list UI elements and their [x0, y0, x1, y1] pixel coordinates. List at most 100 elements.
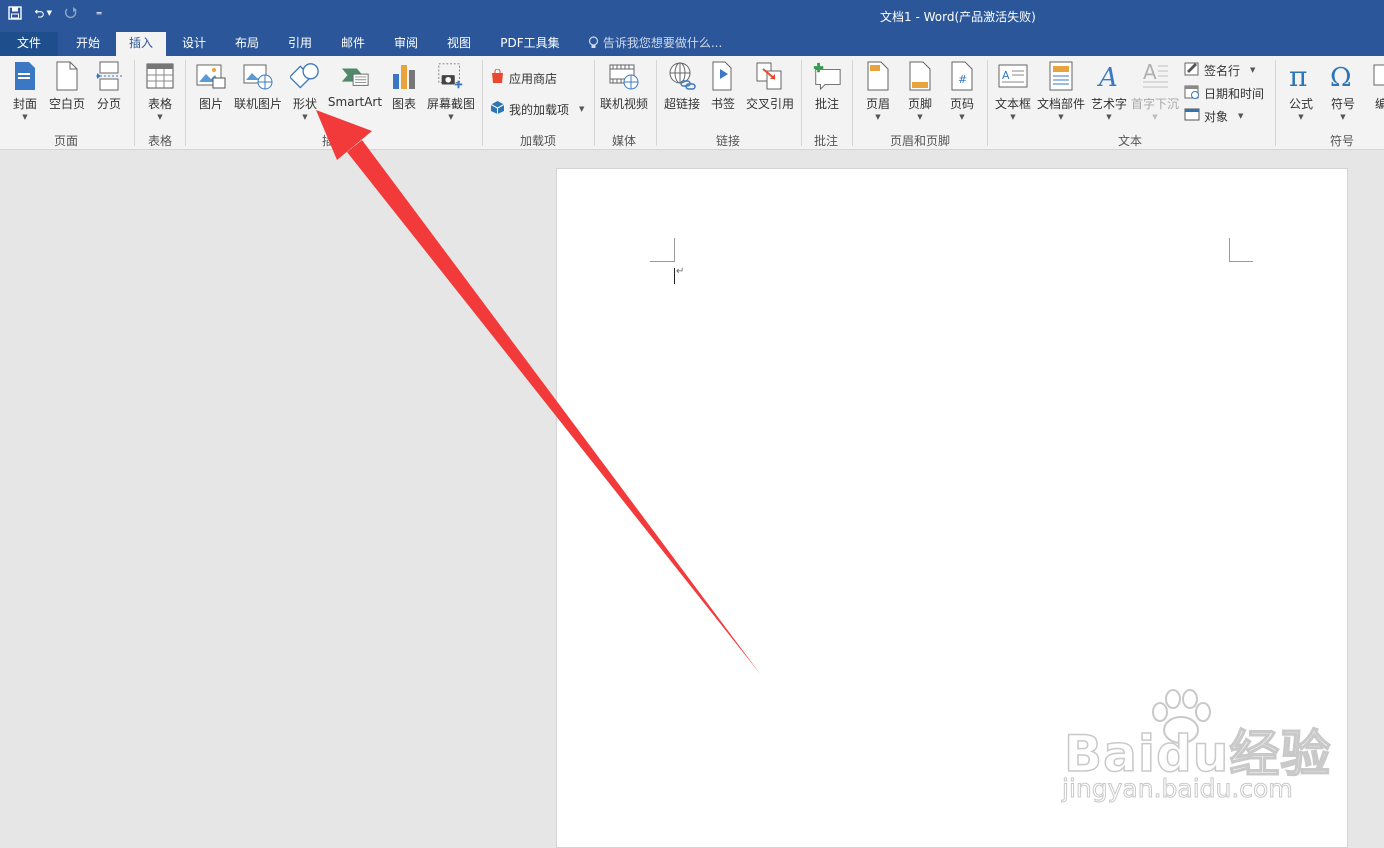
online-video-button[interactable]: 联机视频	[598, 60, 650, 126]
date-time-button[interactable]: 日期和时间	[1184, 83, 1264, 103]
cross-reference-button[interactable]: 交叉引用	[744, 60, 796, 126]
page-break-button[interactable]: 分页	[92, 60, 126, 126]
chevron-down-icon: ▼	[1106, 113, 1112, 121]
tab-insert[interactable]: 插入	[116, 32, 166, 56]
table-icon	[145, 60, 175, 92]
wordart-button[interactable]: A 艺术字 ▼	[1090, 60, 1128, 126]
save-icon[interactable]	[6, 4, 24, 22]
wordart-icon: A	[1094, 60, 1124, 92]
group-divider	[801, 60, 802, 146]
chevron-down-icon: ▼	[959, 113, 965, 121]
my-addins-button[interactable]: 我的加载项 ▼	[490, 99, 584, 119]
tell-me-search[interactable]: 告诉我您想要做什么...	[588, 32, 722, 56]
baidu-watermark: Baidu经验 jingyan.baidu.com	[1058, 689, 1331, 810]
table-button[interactable]: 表格 ▼	[142, 60, 178, 126]
group-label-media: 媒体	[612, 134, 637, 148]
title-bar: ▼ ═ 文档1 - Word(产品激活失败)	[0, 0, 1384, 32]
hyperlink-button[interactable]: 超链接	[662, 60, 702, 126]
paragraph-mark-icon: ↵	[676, 266, 685, 277]
hyperlink-icon	[667, 60, 697, 92]
redo-icon[interactable]	[62, 4, 80, 22]
store-button[interactable]: 应用商店	[490, 68, 557, 88]
group-label-symbols: 符号	[1330, 134, 1355, 148]
pictures-button[interactable]: 图片	[194, 60, 228, 126]
quick-parts-button[interactable]: 文档部件 ▼	[1036, 60, 1086, 126]
symbol-button[interactable]: Ω 符号 ▼	[1326, 60, 1360, 126]
chevron-down-icon: ▼	[1298, 113, 1304, 121]
svg-text:A: A	[1143, 61, 1157, 84]
chevron-down-icon: ▼	[448, 113, 454, 121]
tab-mailings[interactable]: 邮件	[328, 32, 378, 56]
comment-button[interactable]: 批注	[808, 60, 846, 126]
cover-page-button[interactable]: 封面 ▼	[8, 60, 42, 126]
group-label-text: 文本	[1118, 134, 1143, 148]
chevron-down-icon: ▼	[1010, 113, 1016, 121]
calendar-icon	[1184, 84, 1200, 102]
online-pictures-button[interactable]: 联机图片	[232, 60, 284, 126]
signature-icon	[1184, 61, 1200, 79]
tab-design[interactable]: 设计	[168, 32, 220, 56]
group-divider	[134, 60, 135, 146]
omega-icon: Ω	[1328, 60, 1358, 92]
tab-review[interactable]: 审阅	[380, 32, 432, 56]
footer-button[interactable]: 页脚 ▼	[904, 60, 936, 126]
tab-pdf-tools[interactable]: PDF工具集	[490, 32, 570, 56]
chevron-down-icon: ▼	[1340, 113, 1346, 121]
group-divider	[852, 60, 853, 146]
margin-mark-top-left	[650, 238, 675, 262]
page-number-button[interactable]: # 页码 ▼	[946, 60, 978, 126]
group-label-links: 链接	[716, 134, 741, 148]
chevron-down-icon: ▼	[1250, 66, 1256, 74]
textbox-button[interactable]: A 文本框 ▼	[994, 60, 1032, 126]
tab-references[interactable]: 引用	[274, 32, 326, 56]
quick-parts-icon	[1046, 60, 1076, 92]
screenshot-icon	[436, 60, 466, 92]
equation-button[interactable]: π 公式 ▼	[1284, 60, 1318, 126]
smartart-button[interactable]: SmartArt	[326, 60, 384, 126]
chevron-down-icon: ▼	[875, 113, 881, 121]
group-divider	[185, 60, 186, 146]
tab-view[interactable]: 视图	[434, 32, 484, 56]
tab-home[interactable]: 开始	[62, 32, 114, 56]
header-button[interactable]: 页眉 ▼	[862, 60, 894, 126]
page-number-icon: #	[947, 60, 977, 92]
textbox-icon: A	[998, 60, 1028, 92]
tell-me-placeholder: 告诉我您想要做什么...	[602, 36, 723, 50]
screenshot-button[interactable]: 屏幕截图 ▼	[426, 60, 476, 126]
group-label-pages: 页面	[54, 134, 79, 148]
blank-page-icon	[52, 60, 82, 92]
online-video-icon	[609, 60, 639, 92]
margin-mark-top-right	[1229, 238, 1253, 262]
object-button[interactable]: 对象 ▼	[1184, 106, 1243, 126]
bookmark-button[interactable]: 书签	[708, 60, 738, 126]
quick-access-toolbar: ▼ ═	[6, 4, 108, 22]
signature-line-button[interactable]: 签名行 ▼	[1184, 60, 1255, 80]
group-label-illustrations: 插图	[322, 134, 347, 148]
ribbon-insert: 封面 ▼ 空白页 分页 页面 表格 ▼ 表格 图片 联机图片 形状 ▼ Smar…	[0, 56, 1384, 150]
chevron-down-icon: ▼	[1058, 113, 1064, 121]
comment-icon	[812, 60, 842, 92]
svg-text:#: #	[958, 73, 967, 86]
tab-layout[interactable]: 布局	[222, 32, 272, 56]
shapes-button[interactable]: 形状 ▼	[288, 60, 322, 126]
group-divider	[594, 60, 595, 146]
svg-text:A: A	[1002, 69, 1010, 82]
object-icon	[1184, 107, 1200, 125]
watermark-url: jingyan.baidu.com	[1062, 774, 1294, 804]
chevron-down-icon: ▼	[579, 105, 585, 113]
svg-text:π: π	[1289, 61, 1307, 91]
undo-icon[interactable]: ▼	[34, 4, 52, 22]
blank-page-button[interactable]: 空白页	[46, 60, 88, 126]
bookmark-icon	[708, 60, 738, 92]
numbering-button[interactable]: 编	[1366, 60, 1384, 126]
drop-cap-button[interactable]: A 首字下沉 ▼	[1130, 60, 1180, 126]
tab-file[interactable]: 文件	[0, 32, 58, 56]
chevron-down-icon: ▼	[302, 113, 308, 121]
store-icon	[490, 68, 505, 87]
picture-icon	[196, 60, 226, 92]
cover-page-icon	[10, 60, 40, 92]
group-label-tables: 表格	[148, 134, 173, 148]
customize-qat-icon[interactable]: ═	[90, 4, 108, 22]
shapes-icon	[290, 60, 320, 92]
chart-button[interactable]: 图表	[388, 60, 420, 126]
